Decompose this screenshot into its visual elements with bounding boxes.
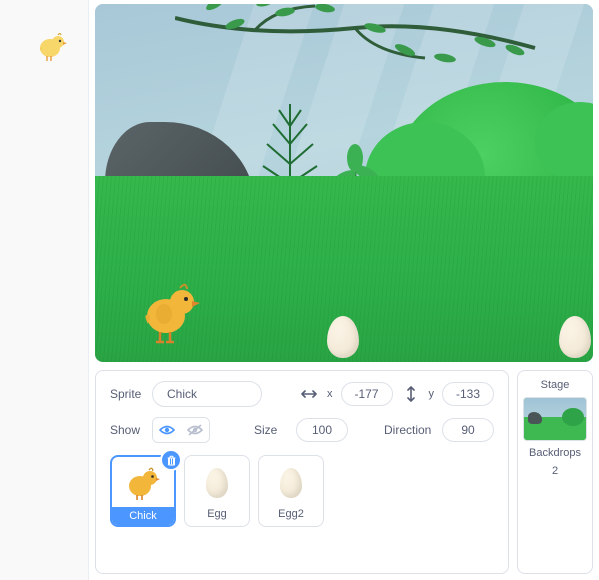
stage-canvas[interactable]: [95, 4, 593, 362]
sprite-egg2-on-stage[interactable]: [559, 316, 591, 358]
script-area: [0, 0, 89, 580]
sprite-info-panel: Sprite Chick x -177 y -133 Show: [95, 370, 509, 574]
eye-open-icon: [159, 424, 175, 436]
backdrops-label: Backdrops: [529, 447, 581, 459]
delete-sprite-button[interactable]: [160, 449, 182, 471]
sprite-tile-label: Egg2: [278, 506, 304, 522]
show-button[interactable]: [153, 418, 181, 442]
stage-backdrop-thumb[interactable]: [523, 397, 587, 441]
sprite-name-label: Sprite: [110, 387, 144, 401]
sprite-tile-chick[interactable]: Chick: [110, 455, 176, 527]
egg-icon: [206, 460, 228, 506]
script-sprite-preview: [36, 32, 68, 62]
stage-panel: Stage Backdrops 2: [517, 370, 593, 574]
y-input[interactable]: -133: [442, 382, 494, 406]
direction-label: Direction: [384, 423, 434, 437]
sprite-tile-egg2[interactable]: Egg2: [258, 455, 324, 527]
sprite-list: Chick Egg Egg2: [110, 455, 494, 527]
sprite-tile-label: Egg: [207, 506, 227, 522]
visibility-toggle: [152, 417, 210, 443]
x-input[interactable]: -177: [341, 382, 393, 406]
chick-icon: [125, 461, 161, 507]
hide-button[interactable]: [181, 418, 209, 442]
sprite-egg-on-stage[interactable]: [327, 316, 359, 358]
vertical-arrows-icon: [401, 386, 421, 402]
egg-icon: [280, 460, 302, 506]
sprite-chick-on-stage[interactable]: [140, 282, 202, 344]
show-label: Show: [110, 423, 144, 437]
size-label: Size: [254, 423, 288, 437]
sprite-tile-label: Chick: [112, 507, 174, 525]
backdrop-branches: [175, 4, 555, 88]
eye-closed-icon: [187, 424, 203, 436]
sprite-tile-egg[interactable]: Egg: [184, 455, 250, 527]
size-input[interactable]: 100: [296, 418, 348, 442]
direction-input[interactable]: 90: [442, 418, 494, 442]
x-label: x: [327, 388, 333, 400]
trash-icon: [166, 455, 177, 466]
stage-title: Stage: [541, 379, 570, 391]
y-label: y: [429, 388, 435, 400]
sprite-name-input[interactable]: Chick: [152, 381, 262, 407]
backdrops-count: 2: [552, 465, 558, 477]
horizontal-arrows-icon: [299, 388, 319, 400]
